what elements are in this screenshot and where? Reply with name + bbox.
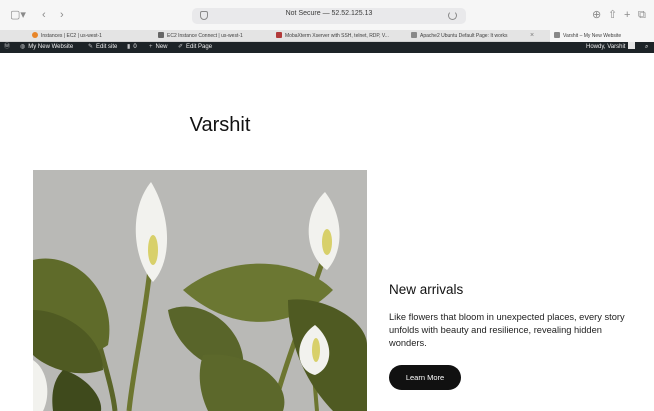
close-tab-icon[interactable]: × <box>530 30 534 42</box>
wp-admin-bar: Ⓦ ◍ My New Website ✎ Edit site ▮ 0 + New ✐ Ed… <box>0 42 654 53</box>
peace-lily-photo <box>33 170 367 411</box>
tab-apache[interactable]: Apache2 Ubuntu Default Page: It works <box>407 30 527 42</box>
wordpress-logo-icon[interactable]: Ⓦ <box>4 42 13 53</box>
tab-overview-icon[interactable]: ⧉ <box>638 8 646 22</box>
address-bar[interactable]: Not Secure — 52.52.125.13 <box>192 8 466 24</box>
section-description: Like flowers that bloom in unexpected pl… <box>389 312 625 348</box>
tab-ec2-connect[interactable]: EC2 Instance Connect | us-west-1 <box>154 30 264 42</box>
avatar <box>628 42 636 49</box>
new-tab-icon[interactable]: + <box>624 8 630 22</box>
hero-image <box>33 170 367 411</box>
pencil-icon: ✐ <box>178 44 184 50</box>
dashboard-icon: ◍ <box>20 44 26 50</box>
brush-icon: ✎ <box>88 44 94 50</box>
tab-bar: Instances | EC2 | us-west-1 EC2 Instance… <box>0 30 654 42</box>
page-favicon-icon <box>411 32 417 38</box>
back-icon[interactable]: ‹ <box>42 8 46 22</box>
reload-icon[interactable] <box>448 11 457 20</box>
address-text: Not Secure — 52.52.125.13 <box>285 10 373 17</box>
tab-varshit[interactable]: Varshit – My New Website <box>550 30 654 42</box>
admin-bar-account[interactable]: Howdy, Varshit <box>586 42 636 53</box>
tab-mobaxterm[interactable]: MobaXterm Xserver with SSH, telnet, RDP,… <box>272 30 400 42</box>
aws-favicon-icon <box>32 32 38 38</box>
admin-bar-new[interactable]: + New <box>149 42 168 53</box>
page-favicon-icon <box>554 32 560 38</box>
comment-icon: ▮ <box>127 44 131 50</box>
mobaxterm-favicon-icon <box>276 32 282 38</box>
admin-bar-edit-page[interactable]: ✐ Edit Page <box>178 42 212 53</box>
sidebar-toggle-icon[interactable]: ▢▾ <box>10 8 26 22</box>
admin-bar-comments[interactable]: ▮ 0 <box>127 42 137 53</box>
aws-favicon-icon <box>158 32 164 38</box>
browser-toolbar: ▢▾ ‹ › Not Secure — 52.52.125.13 ⊕ ⇧ + ⧉ <box>0 0 654 30</box>
search-icon[interactable]: ⌕ <box>645 42 648 53</box>
tab-ec2-instances[interactable]: Instances | EC2 | us-west-1 <box>28 30 158 42</box>
download-icon[interactable]: ⊕ <box>592 8 601 22</box>
share-icon[interactable]: ⇧ <box>608 8 617 22</box>
site-title[interactable]: Varshit <box>160 114 280 137</box>
learn-more-button[interactable]: Learn More <box>389 365 461 390</box>
section-heading: New arrivals <box>389 282 464 297</box>
forward-icon[interactable]: › <box>60 8 64 22</box>
admin-bar-site-name[interactable]: ◍ My New Website <box>20 42 73 53</box>
plus-icon: + <box>149 44 153 50</box>
admin-bar-edit-site[interactable]: ✎ Edit site <box>88 42 117 53</box>
